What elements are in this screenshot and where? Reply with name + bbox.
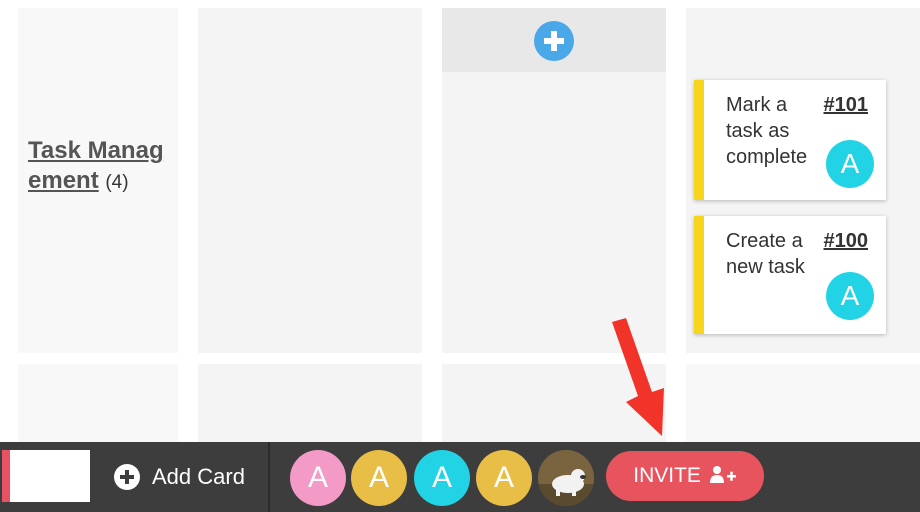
invite-label: INVITE bbox=[633, 464, 701, 487]
member-photo-avatar[interactable] bbox=[538, 450, 594, 506]
card-assignee-avatar[interactable]: A bbox=[826, 272, 874, 320]
board-column-1 bbox=[198, 8, 422, 353]
swimlane-title-link[interactable]: Task Management bbox=[28, 137, 164, 194]
swimlane-card-count: (4) bbox=[105, 172, 129, 193]
card-title: Mark a task as complete bbox=[726, 94, 808, 168]
add-card-plus-icon[interactable] bbox=[114, 464, 140, 490]
task-card[interactable]: Create a new task #100 A bbox=[694, 216, 886, 334]
card-id-link[interactable]: #100 bbox=[824, 228, 869, 254]
next-swimlane-column-3 bbox=[686, 364, 920, 444]
member-avatar[interactable]: A bbox=[290, 450, 346, 506]
member-avatar[interactable]: A bbox=[476, 450, 532, 506]
toolbar-divider bbox=[268, 442, 270, 512]
add-column-button[interactable] bbox=[442, 8, 666, 72]
add-circle-icon[interactable] bbox=[534, 21, 574, 61]
swimlane-title: Task Management (4) bbox=[28, 136, 173, 198]
invite-button[interactable]: INVITE bbox=[606, 451, 764, 501]
member-avatar[interactable]: A bbox=[351, 450, 407, 506]
card-assignee-avatar[interactable]: A bbox=[826, 140, 874, 188]
board-preview-thumbnail[interactable] bbox=[10, 450, 90, 502]
annotation-arrow-icon bbox=[612, 318, 664, 436]
next-swimlane-column-1 bbox=[198, 364, 422, 444]
task-card[interactable]: Mark a task as complete #101 A bbox=[694, 80, 886, 200]
board-color-strip bbox=[2, 450, 10, 502]
dog-photo-icon bbox=[538, 450, 594, 506]
card-title: Create a new task bbox=[726, 230, 805, 278]
next-swimlane-header bbox=[18, 364, 178, 444]
card-id-link[interactable]: #101 bbox=[824, 92, 869, 118]
member-avatar[interactable]: A bbox=[414, 450, 470, 506]
add-user-icon bbox=[709, 466, 736, 483]
add-card-button[interactable]: Add Card bbox=[152, 464, 245, 490]
